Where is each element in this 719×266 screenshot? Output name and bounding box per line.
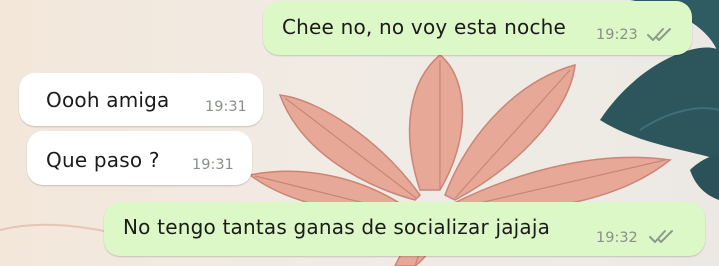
message-bubble-outgoing[interactable]: Chee no, no voy esta noche 19:23 xyxy=(263,1,692,55)
message-timestamp: 19:32 xyxy=(596,230,638,246)
message-timestamp: 19:23 xyxy=(596,27,638,43)
double-check-read-icon xyxy=(647,28,671,41)
double-check-read-icon xyxy=(649,230,673,243)
message-bubble-outgoing[interactable]: No tengo tantas ganas de socializar jaja… xyxy=(104,202,705,256)
message-text: Que paso ? xyxy=(46,148,160,172)
message-bubble-incoming[interactable]: Oooh amiga 19:31 xyxy=(19,73,263,126)
message-timestamp: 19:31 xyxy=(205,99,247,115)
message-text: Chee no, no voy esta noche xyxy=(282,15,567,39)
message-text: No tengo tantas ganas de socializar jaja… xyxy=(123,215,551,239)
message-timestamp: 19:31 xyxy=(192,157,234,173)
message-bubble-incoming[interactable]: Que paso ? 19:31 xyxy=(27,131,252,185)
message-text: Oooh amiga xyxy=(46,88,170,112)
